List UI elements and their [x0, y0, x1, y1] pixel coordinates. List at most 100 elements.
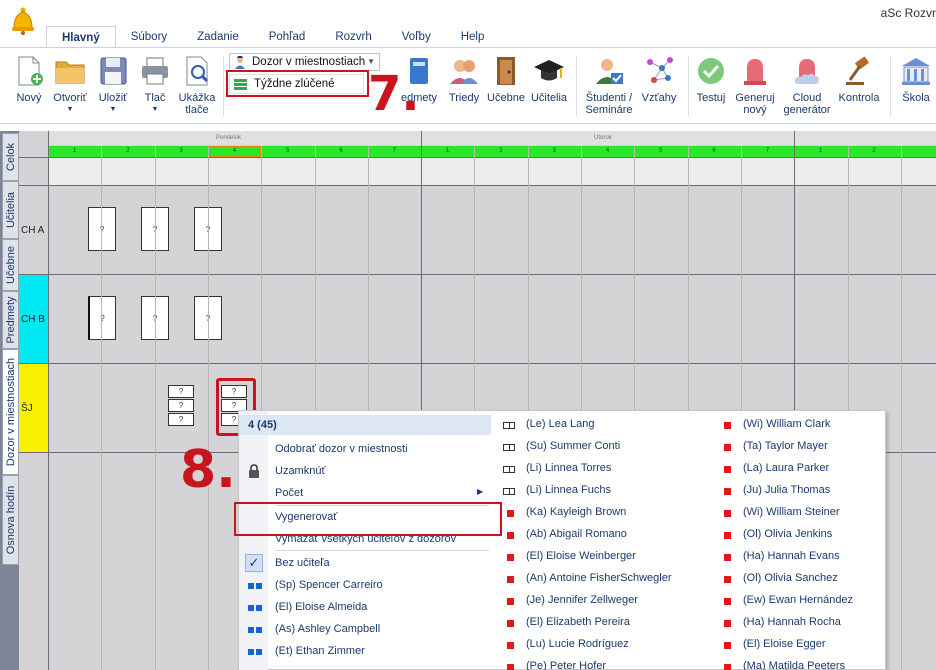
duty-card-small[interactable]: ? — [168, 385, 194, 398]
teacher-item[interactable]: (Ol) Olivia Jenkins — [743, 528, 832, 540]
tab-pohlad[interactable]: Pohľad — [254, 26, 321, 48]
cloud-generator-icon — [794, 59, 820, 84]
day-name: Utorok — [594, 135, 612, 141]
period-number[interactable]: 3 — [528, 148, 581, 154]
period-number[interactable]: 7 — [741, 148, 794, 154]
period-number[interactable]: 2 — [474, 148, 527, 154]
tab-rozvrh[interactable]: Rozvrh — [320, 26, 386, 48]
teacher-item[interactable]: (Ha) Hannah Rocha — [743, 616, 841, 628]
tab-hlavny[interactable]: Hlavný — [46, 26, 116, 49]
tab-help[interactable]: Help — [446, 26, 500, 48]
print-preview-icon — [186, 56, 209, 86]
side-tab-osnova[interactable]: Osnova hodín — [2, 475, 19, 565]
annotation-step-8: 8. — [180, 440, 236, 500]
period-number[interactable]: 1 — [48, 148, 101, 154]
side-tab-ucitelia[interactable]: Učitelia — [2, 181, 19, 239]
teacher-item[interactable]: (El) Eloise Almeida — [275, 601, 367, 613]
teacher-item[interactable]: (Wi) William Steiner — [743, 506, 840, 518]
teacher-item[interactable]: (As) Ashley Campbell — [275, 623, 380, 635]
tab-zadanie[interactable]: Zadanie — [182, 26, 254, 48]
period-number[interactable]: 5 — [261, 148, 314, 154]
relations-button[interactable]: Vzťahy — [638, 54, 680, 104]
side-tab-ucebne[interactable]: Učebne — [2, 239, 19, 291]
teacher-item[interactable]: (El) Eloise Weinberger — [526, 550, 636, 562]
period-number[interactable]: 2 — [848, 148, 901, 154]
teacher-item[interactable]: (Li) Linnea Fuchs — [526, 484, 611, 496]
selected-period[interactable] — [209, 146, 261, 157]
tab-volby[interactable]: Voľby — [387, 26, 446, 48]
print-dropdown-icon[interactable]: ▼ — [138, 104, 172, 116]
teacher-busy-marker-icon — [724, 510, 731, 517]
period-number[interactable]: 5 — [634, 148, 687, 154]
teacher-item[interactable]: (Le) Lea Lang — [526, 418, 595, 430]
menu-item-no-teacher[interactable]: Bez učiteľa — [275, 557, 330, 569]
menu-item-count[interactable]: Počet — [275, 487, 303, 499]
cloud-generator-button[interactable]: Cloud generátor — [780, 54, 834, 116]
app-logo-bell-icon[interactable] — [8, 6, 38, 36]
teacher-item[interactable]: (Ju) Julia Thomas — [743, 484, 830, 496]
teacher-item[interactable]: (Lu) Lucie Rodríguez — [526, 638, 629, 650]
print-button[interactable]: Tlač ▼ — [138, 54, 172, 116]
save-button[interactable]: Uložiť ▼ — [94, 54, 132, 116]
teacher-item[interactable]: (Ol) Olivia Sanchez — [743, 572, 838, 584]
teacher-item[interactable]: (El) Eloise Egger — [743, 638, 826, 650]
teacher-busy-marker-icon — [507, 642, 514, 649]
duty-card-small[interactable]: ? — [168, 413, 194, 426]
menu-item-remove-duty[interactable]: Odobrať dozor v miestnosti — [275, 443, 408, 455]
side-tab-predmety[interactable]: Predmety — [2, 291, 19, 349]
teacher-item[interactable]: (Ab) Abigail Romano — [526, 528, 627, 540]
new-button[interactable]: Nový — [12, 54, 46, 104]
classes-button[interactable]: Triedy — [446, 54, 482, 104]
tab-subory[interactable]: Súbory — [116, 26, 182, 48]
teacher-item[interactable]: (Ta) Taylor Mayer — [743, 440, 828, 452]
period-number[interactable]: 4 — [581, 148, 634, 154]
save-dropdown-icon[interactable]: ▼ — [94, 104, 132, 116]
period-number[interactable]: 6 — [315, 148, 368, 154]
period-number[interactable]: 1 — [794, 148, 847, 154]
teacher-busy-marker-icon — [724, 664, 731, 670]
ribbon-separator — [576, 56, 577, 116]
side-tab-label: Predmety — [4, 296, 17, 344]
teacher-item[interactable]: (An) Antoine FisherSchwegler — [526, 572, 672, 584]
students-seminars-button[interactable]: Študenti / Semináre — [582, 54, 636, 116]
teacher-item[interactable]: (Ma) Matilda Peeters — [743, 660, 845, 670]
teacher-item[interactable]: (Ha) Hannah Evans — [743, 550, 840, 562]
rooms-button[interactable]: Učebne — [486, 54, 526, 104]
period-number[interactable]: 7 — [368, 148, 421, 154]
teacher-slots-icon — [248, 605, 262, 611]
open-button[interactable]: Otvoriť ▼ — [50, 54, 90, 116]
teacher-item[interactable]: (Ew) Ewan Hernández — [743, 594, 853, 606]
annotation-highlight-box — [234, 502, 502, 536]
teacher-item[interactable]: (Ka) Kayleigh Brown — [526, 506, 626, 518]
teacher-item[interactable]: (Et) Ethan Zimmer — [275, 645, 365, 657]
row-label: CH A — [21, 225, 45, 236]
period-number[interactable]: 6 — [688, 148, 741, 154]
check-button[interactable]: Kontrola — [836, 54, 882, 104]
teachers-button[interactable]: Učitelia — [528, 54, 570, 104]
teacher-item[interactable]: (Su) Summer Conti — [526, 440, 620, 452]
duty-card-small[interactable]: ? — [168, 399, 194, 412]
side-tab-dozor[interactable]: Dozor v miestnostiach — [2, 349, 19, 475]
teacher-item[interactable]: (Pe) Peter Hofer — [526, 660, 606, 670]
teacher-item[interactable]: (Li) Linnea Torres — [526, 462, 611, 474]
menu-item-lock[interactable]: Uzamknúť — [275, 465, 326, 477]
side-tab-label: Učitelia — [4, 191, 17, 229]
period-number[interactable]: 2 — [101, 148, 154, 154]
period-number[interactable]: 3 — [155, 148, 208, 154]
teacher-busy-marker-icon — [724, 620, 731, 627]
teacher-item[interactable]: (El) Elizabeth Pereira — [526, 616, 630, 628]
view-select[interactable]: Dozor v miestnostiach ▼ — [229, 53, 380, 71]
teacher-item[interactable]: (Je) Jennifer Zellweger — [526, 594, 638, 606]
side-tab-celok[interactable]: Celok — [2, 133, 19, 181]
generate-new-button[interactable]: Generuj nový — [732, 54, 778, 116]
school-building-icon — [902, 58, 930, 85]
open-dropdown-icon[interactable]: ▼ — [50, 104, 90, 116]
test-button[interactable]: Testuj — [694, 54, 728, 104]
teacher-item[interactable]: (Wi) William Clark — [743, 418, 830, 430]
period-number[interactable]: 1 — [421, 148, 474, 154]
teacher-item[interactable]: (Sp) Spencer Carreiro — [275, 579, 383, 591]
school-button[interactable]: Škola — [898, 54, 934, 104]
teacher-item[interactable]: (La) Laura Parker — [743, 462, 829, 474]
print-preview-button[interactable]: Ukážka tlače — [176, 54, 218, 116]
generate-label-2: nový — [743, 104, 767, 116]
